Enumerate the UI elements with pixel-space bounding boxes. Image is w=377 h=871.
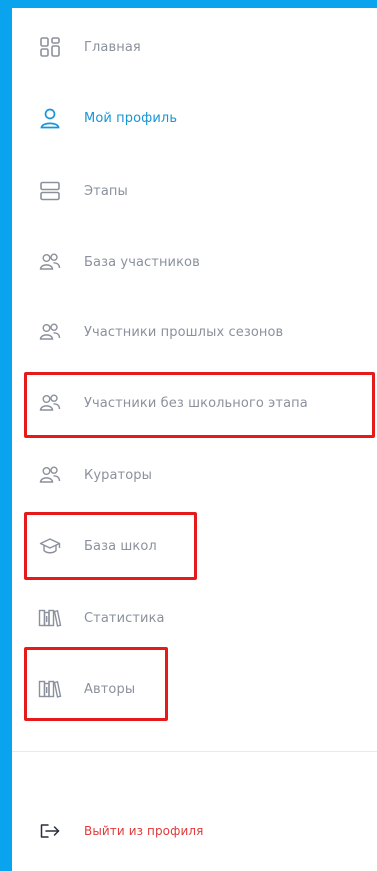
sidebar-item-label: Статистика: [84, 610, 165, 626]
sidebar-item-label: База участников: [84, 254, 200, 270]
users-icon: [38, 320, 62, 344]
sidebar-item-statistics[interactable]: Статистика: [38, 606, 165, 630]
highlight-box: [24, 647, 168, 721]
sidebar-item-participants[interactable]: База участников: [38, 250, 200, 274]
sidebar-item-stages[interactable]: Этапы: [38, 179, 128, 203]
sidebar-item-profile[interactable]: Мой профиль: [38, 106, 177, 130]
logout-label: Выйти из профиля: [84, 824, 204, 838]
grid-icon: [38, 35, 62, 59]
sidebar: Главная Мой профиль Этапы База участнико…: [12, 8, 377, 871]
stages-icon: [38, 179, 62, 203]
sidebar-item-label: Этапы: [84, 183, 128, 199]
highlight-box: [24, 372, 375, 438]
sidebar-divider: [12, 751, 377, 752]
users-icon: [38, 250, 62, 274]
sidebar-item-home[interactable]: Главная: [38, 35, 141, 59]
logout-icon: [38, 819, 62, 843]
sidebar-item-label: Кураторы: [84, 467, 152, 483]
sidebar-item-label: Мой профиль: [84, 110, 178, 126]
sidebar-item-label: Главная: [84, 39, 141, 55]
sidebar-item-label: Участники прошлых сезонов: [84, 324, 284, 340]
sidebar-item-past-seasons[interactable]: Участники прошлых сезонов: [38, 320, 283, 344]
logout-button[interactable]: Выйти из профиля: [38, 819, 203, 843]
user-icon: [38, 106, 62, 130]
highlight-box: [24, 512, 197, 580]
books-icon: [38, 606, 62, 630]
users-icon: [38, 463, 62, 487]
sidebar-item-curators[interactable]: Кураторы: [38, 463, 152, 487]
